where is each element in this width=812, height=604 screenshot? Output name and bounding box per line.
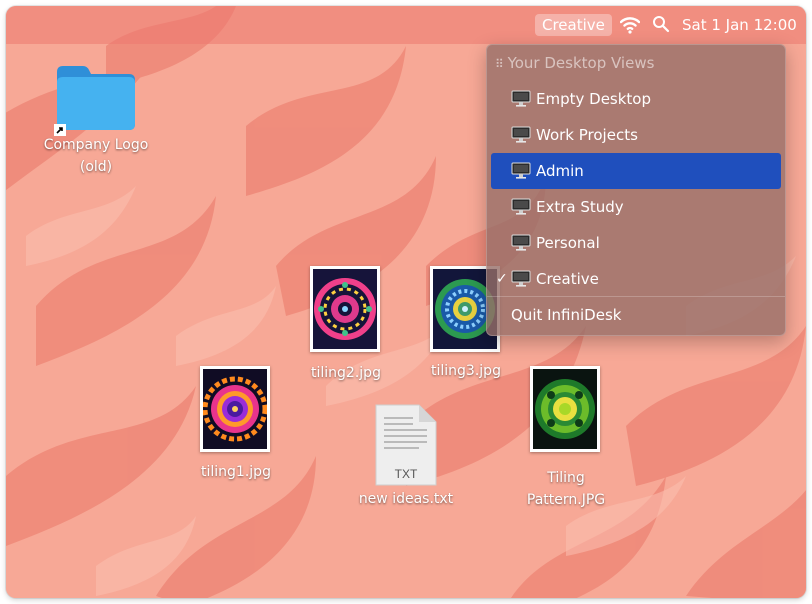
tiling-pattern-label-line2: Pattern.JPG <box>526 492 606 508</box>
monitor-icon <box>511 234 531 251</box>
monitor-icon <box>511 270 531 287</box>
desktop-views-menu: ⠿ Your Desktop Views Empty Desktop Work … <box>486 44 786 336</box>
view-item-label: Admin <box>536 162 584 180</box>
view-item-creative[interactable]: ✓ Creative <box>491 261 781 297</box>
view-item-extra-study[interactable]: Extra Study <box>491 189 781 225</box>
view-item-empty-desktop[interactable]: Empty Desktop <box>491 81 781 117</box>
monitor-icon <box>511 126 531 143</box>
txt-badge: TXT <box>395 467 418 481</box>
view-item-label: Personal <box>536 234 600 252</box>
tiling-pattern-thumbnail[interactable] <box>530 366 600 452</box>
menu-header-title: Your Desktop Views <box>507 54 655 72</box>
tiling1-label-wrap[interactable]: tiling1.jpg <box>186 461 286 483</box>
view-item-admin[interactable]: Admin <box>491 153 781 189</box>
alias-arrow-icon <box>54 124 66 136</box>
text-file-label: new ideas.txt <box>358 491 454 507</box>
view-item-label: Extra Study <box>536 198 624 216</box>
tiling2-thumbnail[interactable] <box>310 266 380 352</box>
text-document-icon: TXT <box>375 404 437 486</box>
folder-company-logo[interactable]: Company Logo (old) <box>30 64 162 178</box>
tiling-pattern-image <box>533 369 597 449</box>
active-view-badge[interactable]: Creative <box>535 14 612 36</box>
monitor-icon <box>511 198 531 215</box>
monitor-icon <box>511 90 531 107</box>
view-item-personal[interactable]: Personal <box>491 225 781 261</box>
search-icon[interactable] <box>652 15 670 33</box>
menu-separator <box>487 296 785 297</box>
tiling1-label: tiling1.jpg <box>201 464 271 480</box>
checkmark-icon: ✓ <box>496 271 508 287</box>
folder-label-line2: (old) <box>79 159 113 175</box>
tiling-pattern-label-wrap[interactable]: Tiling Pattern.JPG <box>516 467 616 511</box>
tiling1-thumbnail[interactable] <box>200 366 270 452</box>
folder-icon <box>57 66 135 130</box>
folder-label-line1: Company Logo <box>43 137 149 153</box>
view-item-label: Creative <box>536 270 599 288</box>
menu-header: ⠿ Your Desktop Views <box>495 53 654 74</box>
tiling2-image <box>313 269 377 349</box>
view-item-label: Work Projects <box>536 126 638 144</box>
menubar-clock[interactable]: Sat 1 Jan 12:00 <box>682 14 797 36</box>
tiling1-image <box>203 369 267 449</box>
text-file-new-ideas[interactable]: TXT new ideas.txt <box>350 404 462 510</box>
wifi-icon[interactable] <box>620 15 640 35</box>
view-item-work-projects[interactable]: Work Projects <box>491 117 781 153</box>
drag-handle-icon: ⠿ <box>495 57 504 71</box>
tiling3-label-wrap[interactable]: tiling3.jpg <box>416 360 516 382</box>
monitor-icon <box>511 162 531 179</box>
tiling2-label: tiling2.jpg <box>311 365 381 381</box>
view-item-label: Empty Desktop <box>536 90 651 108</box>
tiling2-label-wrap[interactable]: tiling2.jpg <box>296 362 396 384</box>
quit-menu-item[interactable]: Quit InfiniDesk <box>511 303 621 327</box>
menu-bar: Creative Sat 1 Jan 12:00 <box>6 6 806 44</box>
tiling-pattern-label-line1: Tiling <box>547 470 585 486</box>
tiling3-label: tiling3.jpg <box>431 363 501 379</box>
desktop-window: Creative Sat 1 Jan 12:00 Company Logo (o… <box>6 6 806 598</box>
